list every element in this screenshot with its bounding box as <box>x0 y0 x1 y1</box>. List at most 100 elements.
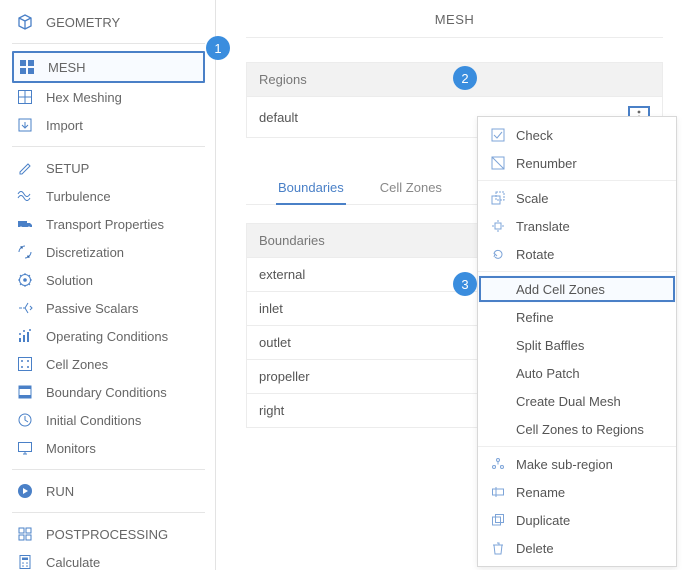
menu-item-label: Check <box>516 128 553 143</box>
sidebar-item-postprocessing[interactable]: POSTPROCESSING <box>12 520 205 548</box>
sidebar-item-hex-meshing[interactable]: Hex Meshing <box>12 83 205 111</box>
geometry-icon <box>16 13 34 31</box>
menu-item-label: Duplicate <box>516 513 570 528</box>
sidebar-item-geometry[interactable]: GEOMETRY <box>12 8 205 36</box>
sidebar-item-solution[interactable]: Solution <box>12 266 205 294</box>
sidebar-item-label: Monitors <box>46 441 96 456</box>
region-context-menu: Check Renumber Scale Translate Rotate Add Cel… <box>477 116 677 567</box>
initial-icon <box>16 411 34 429</box>
blank-icon <box>490 281 506 297</box>
sidebar-item-label: Solution <box>46 273 93 288</box>
import-icon <box>16 116 34 134</box>
menu-item-split-baffles[interactable]: Split Baffles <box>478 331 676 359</box>
rotate-icon <box>490 246 506 262</box>
menu-item-auto-patch[interactable]: Auto Patch <box>478 359 676 387</box>
sidebar-item-operating-conditions[interactable]: Operating Conditions <box>12 322 205 350</box>
menu-item-label: Rename <box>516 485 565 500</box>
menu-item-create-dual-mesh[interactable]: Create Dual Mesh <box>478 387 676 415</box>
menu-item-label: Cell Zones to Regions <box>516 422 644 437</box>
menu-item-label: Renumber <box>516 156 577 171</box>
sidebar-item-passive-scalars[interactable]: Passive Scalars <box>12 294 205 322</box>
rename-icon <box>490 484 506 500</box>
menu-item-refine[interactable]: Refine <box>478 303 676 331</box>
menu-item-label: Scale <box>516 191 549 206</box>
sidebar-item-label: Import <box>46 118 83 133</box>
mesh-icon <box>18 58 36 76</box>
solution-icon <box>16 271 34 289</box>
run-icon <box>16 482 34 500</box>
callout-1: 1 <box>206 36 230 60</box>
menu-item-scale[interactable]: Scale <box>478 184 676 212</box>
blank-icon <box>490 337 506 353</box>
sidebar-item-initial-conditions[interactable]: Initial Conditions <box>12 406 205 434</box>
sidebar-item-setup[interactable]: SETUP <box>12 154 205 182</box>
cellzones-icon <box>16 355 34 373</box>
sidebar-item-label: Boundary Conditions <box>46 385 167 400</box>
tab-cellzones[interactable]: Cell Zones <box>378 174 444 204</box>
menu-item-cell-zones-to-regions[interactable]: Cell Zones to Regions <box>478 415 676 443</box>
subregion-icon <box>490 456 506 472</box>
sidebar-item-label: Operating Conditions <box>46 329 168 344</box>
delete-icon <box>490 540 506 556</box>
menu-item-rename[interactable]: Rename <box>478 478 676 506</box>
sidebar-item-label: Transport Properties <box>46 217 164 232</box>
menu-item-add-cell-zones[interactable]: Add Cell Zones <box>478 275 676 303</box>
sidebar-item-label: Calculate <box>46 555 100 570</box>
sidebar-item-transport-properties[interactable]: Transport Properties <box>12 210 205 238</box>
menu-item-label: Auto Patch <box>516 366 580 381</box>
sidebar-item-label: MESH <box>48 60 86 75</box>
postprocessing-icon <box>16 525 34 543</box>
hex-icon <box>16 88 34 106</box>
menu-item-make-sub-region[interactable]: Make sub-region <box>478 450 676 478</box>
menu-item-label: Create Dual Mesh <box>516 394 621 409</box>
tab-boundaries[interactable]: Boundaries <box>276 174 346 205</box>
sidebar-item-boundary-conditions[interactable]: Boundary Conditions <box>12 378 205 406</box>
menu-item-label: Translate <box>516 219 570 234</box>
operating-icon <box>16 327 34 345</box>
discretization-icon <box>16 243 34 261</box>
boundary-icon <box>16 383 34 401</box>
menu-item-check[interactable]: Check <box>478 121 676 149</box>
menu-item-label: Delete <box>516 541 554 556</box>
sidebar-item-label: Hex Meshing <box>46 90 122 105</box>
menu-item-label: Make sub-region <box>516 457 613 472</box>
sidebar-item-calculate[interactable]: Calculate <box>12 548 205 570</box>
menu-item-renumber[interactable]: Renumber <box>478 149 676 177</box>
blank-icon <box>490 393 506 409</box>
sidebar-item-label: RUN <box>46 484 74 499</box>
blank-icon <box>490 421 506 437</box>
blank-icon <box>490 365 506 381</box>
menu-item-delete[interactable]: Delete <box>478 534 676 562</box>
sidebar-item-label: POSTPROCESSING <box>46 527 168 542</box>
check-icon <box>490 127 506 143</box>
menu-item-label: Rotate <box>516 247 554 262</box>
sidebar-item-label: Initial Conditions <box>46 413 141 428</box>
sidebar-item-mesh[interactable]: MESH <box>12 51 205 83</box>
callout-2: 2 <box>453 66 477 90</box>
scalars-icon <box>16 299 34 317</box>
translate-icon <box>490 218 506 234</box>
boundaries-header-label: Boundaries <box>259 233 325 248</box>
sidebar-item-turbulence[interactable]: Turbulence <box>12 182 205 210</box>
callout-3: 3 <box>453 272 477 296</box>
sidebar-item-label: Discretization <box>46 245 124 260</box>
sidebar-item-import[interactable]: Import <box>12 111 205 139</box>
sidebar-item-label: Turbulence <box>46 189 111 204</box>
transport-icon <box>16 215 34 233</box>
menu-item-label: Split Baffles <box>516 338 584 353</box>
sidebar-item-discretization[interactable]: Discretization <box>12 238 205 266</box>
scale-icon <box>490 190 506 206</box>
sidebar-item-label: GEOMETRY <box>46 15 120 30</box>
sidebar-item-monitors[interactable]: Monitors <box>12 434 205 462</box>
menu-item-label: Add Cell Zones <box>516 282 605 297</box>
sidebar-item-label: Passive Scalars <box>46 301 138 316</box>
duplicate-icon <box>490 512 506 528</box>
calculate-icon <box>16 553 34 570</box>
sidebar-item-cell-zones[interactable]: Cell Zones <box>12 350 205 378</box>
menu-item-translate[interactable]: Translate <box>478 212 676 240</box>
regions-header-label: Regions <box>259 72 307 87</box>
menu-item-rotate[interactable]: Rotate <box>478 240 676 268</box>
menu-item-duplicate[interactable]: Duplicate <box>478 506 676 534</box>
page-title: MESH <box>246 6 663 38</box>
sidebar-item-run[interactable]: RUN <box>12 477 205 505</box>
